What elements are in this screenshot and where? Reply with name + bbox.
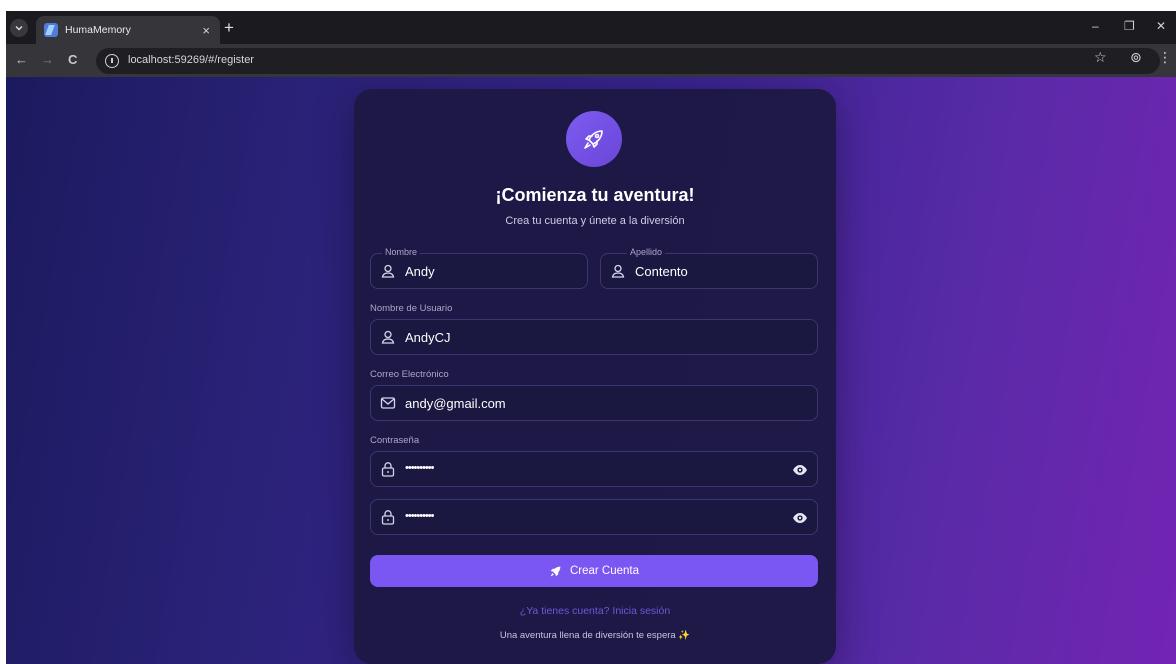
tab-close-icon[interactable]: ×: [202, 23, 210, 38]
browser-menu-icon[interactable]: ⋮: [1158, 49, 1172, 66]
tab-title: HumaMemory: [65, 24, 131, 36]
site-info-icon[interactable]: [105, 54, 119, 68]
user-icon: [611, 264, 625, 278]
email-value: andy@gmail.com: [405, 396, 506, 411]
reload-icon[interactable]: C: [68, 53, 77, 66]
confirm-password-value: ••••••••••: [405, 510, 434, 522]
mail-icon: [380, 397, 396, 409]
last-name-label: Apellido: [627, 247, 666, 257]
username-value: AndyCJ: [405, 330, 451, 345]
username-field[interactable]: AndyCJ: [370, 319, 818, 355]
login-link[interactable]: ¿Ya tienes cuenta? Inicia sesión: [354, 605, 836, 617]
username-label: Nombre de Usuario: [370, 303, 453, 314]
eye-icon[interactable]: [792, 462, 808, 478]
back-icon[interactable]: ←: [15, 53, 28, 66]
user-icon: [381, 264, 395, 278]
chevron-down-icon: [15, 26, 23, 31]
first-name-value: Andy: [405, 264, 435, 279]
password-field[interactable]: ••••••••••: [370, 451, 818, 487]
flutter-icon: [44, 23, 58, 37]
tab-strip: HumaMemory × + – ❐ ✕: [6, 11, 1176, 44]
rocket-icon: [584, 130, 603, 149]
register-page: ¡Comienza tu aventura! Crea tu cuenta y …: [6, 77, 1176, 664]
page-subtitle: Crea tu cuenta y únete a la diversión: [505, 215, 685, 227]
address-bar[interactable]: localhost:59269/#/register: [96, 48, 1160, 74]
lock-icon: [381, 510, 395, 525]
rocket-logo: [566, 111, 622, 167]
password-label: Contraseña: [370, 435, 420, 446]
page-title: ¡Comienza tu aventura!: [495, 185, 695, 205]
bookmark-star-icon[interactable]: ☆: [1094, 49, 1107, 66]
tab-search-button[interactable]: [10, 19, 28, 37]
eye-icon[interactable]: [792, 510, 808, 526]
browser-toolbar: ← → C localhost:59269/#/register ☆ ⊚ ⋮: [6, 44, 1176, 77]
create-account-label: Crear Cuenta: [569, 565, 640, 577]
lock-icon: [381, 462, 395, 477]
profile-icon[interactable]: ⊚: [1130, 49, 1142, 66]
rocket-icon: [550, 566, 561, 576]
last-name-field[interactable]: Apellido Contento: [600, 247, 818, 289]
forward-icon[interactable]: →: [41, 53, 54, 66]
user-icon: [381, 330, 395, 344]
create-account-button[interactable]: Crear Cuenta: [370, 555, 818, 587]
restore-icon[interactable]: ❐: [1124, 19, 1135, 33]
register-card: ¡Comienza tu aventura! Crea tu cuenta y …: [354, 89, 836, 664]
close-window-icon[interactable]: ✕: [1156, 19, 1166, 33]
browser-window: HumaMemory × + – ❐ ✕ ← → C localhost:592…: [6, 11, 1176, 664]
browser-tab[interactable]: HumaMemory ×: [36, 16, 220, 44]
minimize-icon[interactable]: –: [1092, 19, 1099, 33]
email-field[interactable]: andy@gmail.com: [370, 385, 818, 421]
new-tab-button[interactable]: +: [224, 19, 234, 36]
first-name-label: Nombre: [382, 247, 421, 257]
password-value: ••••••••••: [405, 462, 434, 474]
confirm-password-field[interactable]: ••••••••••: [370, 499, 818, 535]
email-label: Correo Electrónico: [370, 369, 449, 380]
url-text[interactable]: localhost:59269/#/register: [128, 54, 254, 66]
footer-tagline: Una aventura llena de diversión te esper…: [499, 630, 691, 641]
first-name-field[interactable]: Nombre Andy: [370, 247, 588, 289]
last-name-value: Contento: [635, 264, 688, 279]
